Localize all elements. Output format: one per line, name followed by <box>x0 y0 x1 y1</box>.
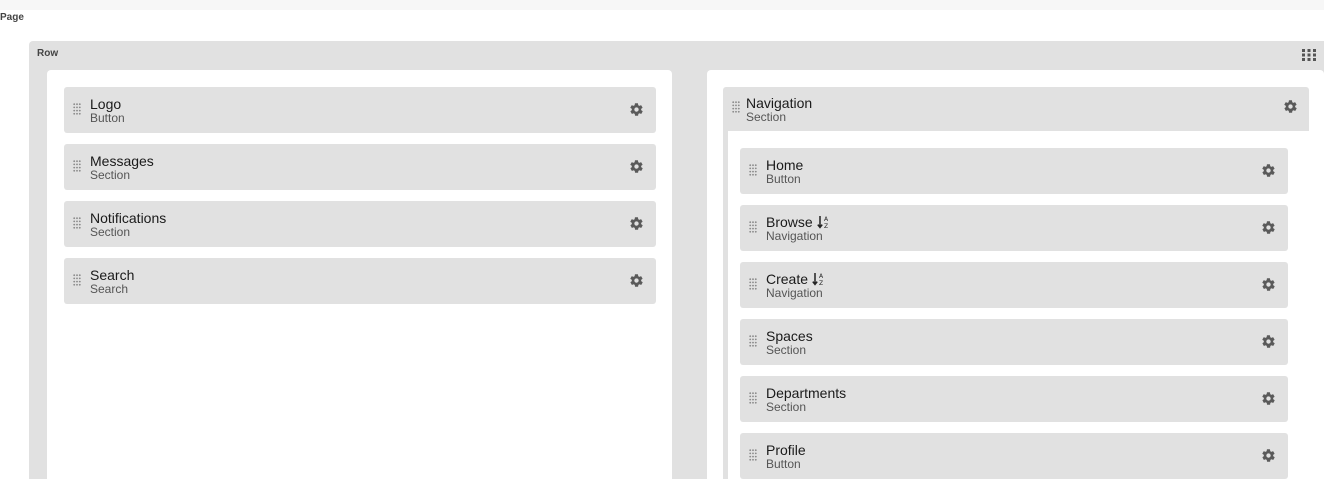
block-notifications[interactable]: Notifications Section <box>64 201 656 247</box>
gear-icon[interactable] <box>1261 334 1276 349</box>
row-container[interactable]: Row Logo Button Messages Section Notific… <box>29 41 1324 479</box>
drag-handle-icon[interactable] <box>73 160 81 172</box>
block-browse[interactable]: Browse Navigation <box>740 205 1288 251</box>
block-title-row: Create <box>766 271 826 287</box>
drag-handle-icon[interactable] <box>749 392 757 404</box>
block-home[interactable]: Home Button <box>740 148 1288 194</box>
block-type: Button <box>766 172 801 186</box>
gear-icon[interactable] <box>629 273 644 288</box>
block-departments[interactable]: Departments Section <box>740 376 1288 422</box>
gear-icon[interactable] <box>1283 99 1298 114</box>
block-title: Create <box>766 271 809 287</box>
navigation-children: Home Button Browse Navigation Create Nav… <box>728 131 1309 479</box>
block-search[interactable]: Search Search <box>64 258 656 304</box>
block-title: Search <box>90 267 135 283</box>
gear-icon[interactable] <box>1261 163 1276 178</box>
drag-handle-icon[interactable] <box>749 221 757 233</box>
block-type: Button <box>766 457 801 471</box>
drag-handle-icon[interactable] <box>749 164 757 176</box>
gear-icon[interactable] <box>629 159 644 174</box>
gear-icon[interactable] <box>1261 220 1276 235</box>
drag-handle-icon[interactable] <box>749 335 757 347</box>
block-title: Home <box>766 157 804 173</box>
gear-icon[interactable] <box>629 216 644 231</box>
block-messages[interactable]: Messages Section <box>64 144 656 190</box>
block-type: Section <box>766 343 807 357</box>
block-type: Navigation <box>766 229 823 243</box>
block-title: Notifications <box>90 210 167 226</box>
navigation-title: Navigation <box>746 95 813 111</box>
grid-icon[interactable] <box>1302 49 1316 61</box>
drag-handle-icon[interactable] <box>73 274 81 286</box>
sort-alpha-icon[interactable] <box>812 272 826 286</box>
gear-icon[interactable] <box>1261 448 1276 463</box>
page-label: Page <box>0 12 24 23</box>
block-type: Navigation <box>766 286 823 300</box>
block-type: Button <box>90 111 125 125</box>
drag-handle-icon[interactable] <box>749 449 757 461</box>
navigation-section[interactable]: Navigation Section Home Button Browse Na… <box>723 87 1309 479</box>
block-title: Departments <box>766 385 847 401</box>
block-type: Search <box>90 282 129 296</box>
left-column[interactable]: Logo Button Messages Section Notificatio… <box>47 70 672 479</box>
gear-icon[interactable] <box>1261 391 1276 406</box>
drag-handle-icon[interactable] <box>749 278 757 290</box>
block-spaces[interactable]: Spaces Section <box>740 319 1288 365</box>
row-label: Row <box>37 48 59 59</box>
top-bar <box>0 0 1324 10</box>
block-type: Section <box>90 168 131 182</box>
drag-handle-icon[interactable] <box>73 217 81 229</box>
block-title: Messages <box>90 153 154 169</box>
navigation-type: Section <box>746 110 787 124</box>
block-type: Section <box>766 400 807 414</box>
block-logo[interactable]: Logo Button <box>64 87 656 133</box>
sort-alpha-icon[interactable] <box>817 215 831 229</box>
block-type: Section <box>90 225 131 239</box>
gear-icon[interactable] <box>1261 277 1276 292</box>
block-title: Profile <box>766 442 806 458</box>
drag-handle-icon[interactable] <box>73 103 81 115</box>
drag-handle-icon[interactable] <box>732 101 740 113</box>
block-title-row: Browse <box>766 214 831 230</box>
block-title: Browse <box>766 214 813 230</box>
block-create[interactable]: Create Navigation <box>740 262 1288 308</box>
gear-icon[interactable] <box>629 102 644 117</box>
block-title: Spaces <box>766 328 813 344</box>
right-column[interactable]: Navigation Section Home Button Browse Na… <box>707 70 1324 479</box>
block-title: Logo <box>90 96 122 112</box>
block-profile[interactable]: Profile Button <box>740 433 1288 479</box>
